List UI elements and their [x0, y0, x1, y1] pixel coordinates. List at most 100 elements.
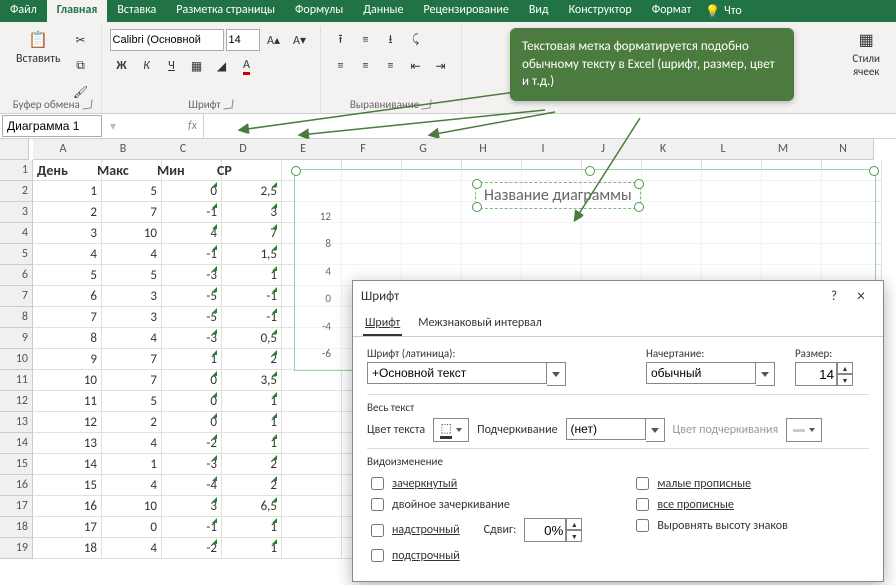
cell[interactable]: -3 — [153, 454, 222, 475]
cell[interactable]: 1 — [33, 181, 102, 202]
select-all-cell[interactable] — [0, 139, 29, 160]
equalize-checkbox[interactable]: Выровнять высоту знаков — [632, 516, 788, 535]
column-header[interactable]: E — [273, 139, 334, 160]
cut-button[interactable]: ✂ — [69, 28, 93, 52]
style-dropdown[interactable] — [756, 362, 775, 386]
align-center-button[interactable]: ≡ — [354, 54, 378, 78]
size-input[interactable] — [795, 362, 837, 386]
cell[interactable]: 3 — [33, 223, 102, 244]
column-header[interactable]: D — [213, 139, 274, 160]
cell[interactable]: 6 — [33, 286, 102, 307]
cell[interactable]: 5 — [93, 265, 162, 286]
tab-page-layout[interactable]: Разметка страницы — [166, 0, 285, 22]
increase-font-button[interactable]: A▴ — [262, 28, 286, 52]
cell[interactable] — [273, 538, 342, 559]
cell[interactable]: 7 — [93, 370, 162, 391]
cell[interactable]: -3 — [153, 265, 222, 286]
style-select[interactable] — [646, 362, 756, 384]
cell[interactable]: 2,5 — [213, 181, 282, 202]
cell[interactable]: -1 — [153, 244, 222, 265]
tab-design[interactable]: Конструктор — [559, 0, 642, 22]
latin-font-dropdown[interactable] — [547, 362, 566, 386]
cell[interactable]: 1 — [213, 265, 282, 286]
cell[interactable]: 1 — [213, 391, 282, 412]
column-header[interactable]: A — [33, 139, 94, 160]
alignment-launcher[interactable] — [422, 99, 432, 109]
cell[interactable]: 15 — [33, 475, 102, 496]
size-down[interactable]: ▼ — [837, 374, 853, 386]
cell[interactable]: -1 — [213, 286, 282, 307]
cell[interactable]: 7 — [213, 223, 282, 244]
indent-decrease-button[interactable]: ⇤ — [404, 54, 428, 78]
align-right-button[interactable]: ≡ — [379, 54, 403, 78]
size-up[interactable]: ▲ — [837, 362, 853, 374]
cell[interactable] — [273, 412, 342, 433]
cell[interactable] — [273, 496, 342, 517]
cell-styles-button[interactable]: ▦ Стили ячеек — [848, 28, 884, 80]
superscript-checkbox[interactable]: надстрочный — [367, 521, 460, 540]
row-header[interactable]: 17 — [0, 496, 33, 517]
cell[interactable]: 16 — [33, 496, 102, 517]
cell[interactable]: 2 — [213, 349, 282, 370]
cell[interactable]: 18 — [33, 538, 102, 559]
font-launcher[interactable] — [223, 99, 233, 109]
title-handle[interactable] — [472, 202, 482, 212]
paste-button[interactable]: 📋 Вставить — [12, 28, 65, 68]
offset-up[interactable]: ▲ — [566, 518, 582, 530]
cell[interactable] — [273, 475, 342, 496]
cell[interactable]: 3 — [93, 307, 162, 328]
tab-home[interactable]: Главная — [47, 0, 108, 22]
cell[interactable]: 4 — [93, 538, 162, 559]
cell[interactable]: 5 — [93, 181, 162, 202]
row-header[interactable]: 8 — [0, 307, 33, 328]
tab-view[interactable]: Вид — [519, 0, 559, 22]
cell[interactable]: 0 — [153, 391, 222, 412]
name-box[interactable] — [2, 115, 102, 137]
tab-review[interactable]: Рецензирование — [414, 0, 519, 22]
subscript-checkbox[interactable]: подстрочный — [367, 546, 582, 565]
row-header[interactable]: 6 — [0, 265, 33, 286]
cell[interactable]: 1,5 — [213, 244, 282, 265]
cell[interactable]: 3,5 — [213, 370, 282, 391]
smallcaps-checkbox[interactable]: малые прописные — [632, 474, 788, 493]
row-header[interactable]: 14 — [0, 433, 33, 454]
cell[interactable]: 0 — [93, 517, 162, 538]
dialog-help-button[interactable]: ? — [821, 289, 847, 304]
clipboard-launcher[interactable] — [82, 99, 92, 109]
cell[interactable]: 3 — [213, 202, 282, 223]
cell[interactable]: 4 — [93, 433, 162, 454]
title-handle[interactable] — [634, 179, 644, 189]
column-header[interactable]: B — [93, 139, 154, 160]
cell[interactable]: 10 — [93, 496, 162, 517]
cell[interactable]: 1 — [213, 433, 282, 454]
cell[interactable]: 6,5 — [213, 496, 282, 517]
cell[interactable]: 7 — [33, 307, 102, 328]
row-header[interactable]: 4 — [0, 223, 33, 244]
chart-handle-ne[interactable] — [869, 166, 879, 176]
cell[interactable]: 5 — [93, 391, 162, 412]
font-color-button[interactable]: A — [235, 54, 259, 78]
dialog-close-button[interactable]: × — [847, 287, 875, 306]
cell[interactable]: 12 — [33, 412, 102, 433]
offset-down[interactable]: ▼ — [566, 530, 582, 542]
cell[interactable]: 0 — [153, 181, 222, 202]
cell[interactable]: 1 — [153, 349, 222, 370]
tab-formulas[interactable]: Формулы — [285, 0, 353, 22]
tab-format[interactable]: Формат — [642, 0, 701, 22]
latin-font-select[interactable] — [367, 362, 547, 384]
row-header[interactable]: 9 — [0, 328, 33, 349]
row-header[interactable]: 13 — [0, 412, 33, 433]
column-header[interactable]: K — [633, 139, 694, 160]
orientation-button[interactable]: ⤹ — [404, 28, 428, 52]
cell[interactable]: 1 — [213, 517, 282, 538]
cell[interactable]: 1 — [93, 454, 162, 475]
decrease-font-button[interactable]: A▾ — [288, 28, 312, 52]
column-header[interactable]: J — [573, 139, 634, 160]
align-top-button[interactable]: ⭱ — [329, 28, 353, 52]
cell[interactable]: 2 — [213, 454, 282, 475]
cell[interactable]: -2 — [153, 433, 222, 454]
fx-label[interactable]: fx — [182, 119, 203, 133]
cell[interactable]: 1 — [213, 412, 282, 433]
cell[interactable]: 8 — [33, 328, 102, 349]
row-header[interactable]: 1 — [0, 160, 33, 181]
